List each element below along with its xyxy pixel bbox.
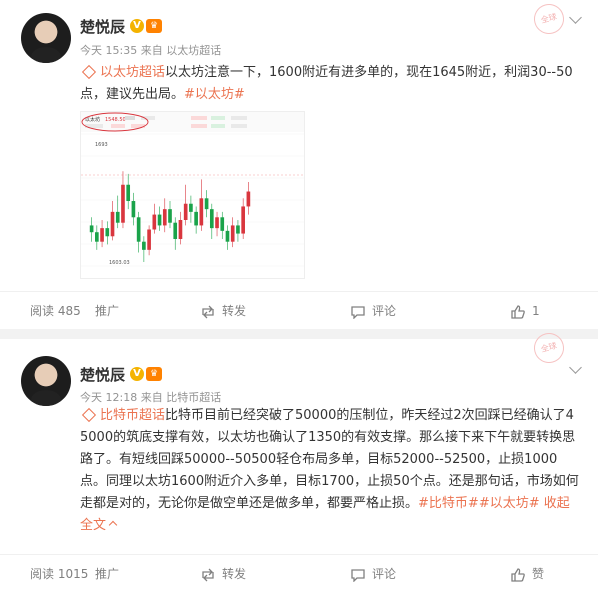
candle-body [115,211,120,223]
promote-button[interactable]: 推广 [95,555,119,593]
read-count: 阅读 1015 [30,567,89,581]
super-topic-icon [81,407,97,423]
candle-body [152,214,157,230]
thumbs-up-icon [511,567,525,582]
username[interactable]: 楚悦辰 [80,364,125,385]
stamp-icon: 全球 [530,0,568,38]
super-topic-icon [81,64,97,80]
post-meta: 今天 12:18 来自 比特币超话 [80,391,222,404]
candle-body [225,230,230,242]
comment-label: 评论 [372,304,397,318]
weibo-post: 楚悦辰 V ♛ 今天 15:35 来自 以太坊超话 全球 以太坊超话以太坊注意一… [0,0,598,329]
weibo-post: 楚悦辰 V ♛ 今天 12:18 来自 比特币超话 全球 比特币超话比特币目前已… [0,329,598,593]
repost-label: 转发 [222,567,247,581]
comment-icon [351,568,365,582]
topic-tag[interactable]: 比特币超话 [80,407,165,423]
chevron-down-icon[interactable] [569,361,582,374]
username[interactable]: 楚悦辰 [80,16,125,37]
read-count: 阅读 485 [30,304,81,318]
post-text: 以太坊超话以太坊注意一下，1600附近有进多单的，现在1645附近，利润30--… [80,64,573,102]
repost-icon [202,305,214,318]
like-button[interactable]: 赞 [510,555,544,593]
chart-image[interactable]: 以太坊 1548.50 1693 1603.03 [80,111,305,279]
repost-button[interactable]: 转发 [200,555,246,593]
action-bar: 阅读 1015 推广 转发 评论 赞 [0,554,598,592]
verified-badge-icon: V [130,367,144,381]
candle-body [194,211,198,226]
candle-body [178,220,183,239]
comment-button[interactable]: 评论 [350,292,396,330]
candle-body [199,198,204,226]
comment-label: 评论 [372,567,397,581]
thumbs-up-icon [511,304,525,319]
candle-body [126,184,131,202]
candle-body [142,241,146,250]
candle-body [236,225,240,234]
post-meta: 今天 15:35 来自 以太坊超话 [80,44,222,57]
candle-body [220,217,225,231]
candle-body [241,206,245,234]
avatar[interactable] [21,356,71,406]
candle-body [162,209,167,226]
repost-button[interactable]: 转发 [200,292,246,330]
candle-body [230,225,235,242]
promote-button[interactable]: 推广 [95,292,119,330]
candle-body [100,228,104,242]
candle-body [173,222,178,239]
candle-body [147,229,151,250]
candle-body [95,232,99,242]
candle-body [204,198,209,210]
comment-icon [351,305,365,319]
candle-body [136,217,141,242]
comment-button[interactable]: 评论 [350,555,396,593]
candle-body [209,209,214,229]
chevron-down-icon[interactable] [569,11,582,24]
candle-body [89,225,94,233]
action-bar: 阅读 485 推广 转发 评论 1 [0,291,598,329]
vip-level-icon: ♛ [146,367,162,381]
candle-body [183,203,188,221]
repost-label: 转发 [222,304,247,318]
candlestick-chart: 以太坊 1548.50 1693 1603.03 [81,112,304,278]
candle-body [246,191,251,207]
candle-body [110,211,115,237]
like-count: 1 [532,304,540,318]
hashtag[interactable]: #比特币# [418,496,479,511]
avatar[interactable] [21,13,71,63]
candle-body [189,203,193,212]
chart-price: 1548.50 [105,117,126,123]
like-label: 赞 [532,567,545,581]
stamp-icon: 全球 [530,329,568,367]
candle-body [131,201,136,218]
like-button[interactable]: 1 [510,292,540,330]
candle-body [168,209,172,223]
candle-body [157,214,162,226]
repost-icon [202,568,214,581]
hashtag[interactable]: #以太坊# [184,87,245,102]
post-text: 比特币超话比特币目前已经突破了50000的压制位，昨天经过2次回踩已经确认了45… [80,407,579,533]
candle-body [121,184,125,223]
vip-level-icon: ♛ [146,19,162,33]
candle-body [215,217,219,229]
verified-badge-icon: V [130,19,144,33]
hashtag[interactable]: #以太坊# [479,496,540,511]
candle-body [105,228,110,237]
low-label: 1603.03 [109,260,130,266]
high-label: 1693 [95,142,108,148]
topic-tag[interactable]: 以太坊超话 [80,64,165,80]
